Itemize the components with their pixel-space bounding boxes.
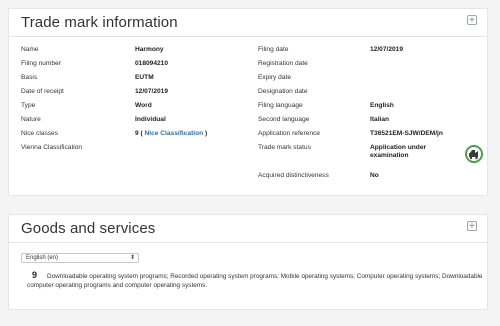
trade-mark-information-panel: Trade mark information + Name Harmony Fi… [8,8,488,196]
filing-language-label: Filing language [258,102,303,109]
title-divider [9,242,487,243]
basis-label: Basis [21,74,38,81]
filing-number-value: 018094210 [135,60,169,67]
type-label: Type [21,102,36,109]
nature-value: Individual [135,116,166,123]
filing-language-value: English [370,102,394,109]
second-language-label: Second language [258,116,310,123]
application-reference-value: T36521EM-SJW/DEM/jn [370,130,443,137]
designation-date-label: Designation date [258,88,308,95]
nice-classification-link[interactable]: Nice Classification [145,130,204,137]
nice-classes-suffix: ) [203,130,208,137]
acquired-distinctiveness-value: No [370,172,379,179]
language-select-value: English (en) [26,255,59,261]
trade-mark-status-label: Trade mark status [258,144,311,151]
class-goods-text: Downloadable operating system programs; … [27,273,483,289]
nice-classes-value: 9 ( Nice Classification ) [135,130,207,138]
name-value: Harmony [135,46,164,53]
acquired-distinctiveness-label: Acquired distinctiveness [258,172,329,179]
nice-classes-prefix: 9 ( [135,130,145,137]
goods-and-services-panel: Goods and services + English (en) ⬍ 9 Do… [8,214,488,310]
name-label: Name [21,46,39,53]
filing-date-value: 12/07/2019 [370,46,404,53]
registration-date-label: Registration date [258,60,308,67]
date-of-receipt-value: 12/07/2019 [135,88,169,95]
select-arrow-icon: ⬍ [129,255,135,261]
second-language-value: Italian [370,116,390,123]
filing-date-label: Filing date [258,46,289,53]
status-progress-icon [465,145,483,163]
expand-goods-services-button[interactable]: + [467,221,477,231]
filing-number-label: Filing number [21,60,61,67]
expiry-date-label: Expiry date [258,74,291,81]
nature-label: Nature [21,116,41,123]
expand-trade-mark-button[interactable]: + [467,15,477,25]
application-reference-label: Application reference [258,130,320,137]
date-of-receipt-label: Date of receipt [21,88,64,95]
type-value: Word [135,102,152,109]
trade-mark-information-title: Trade mark information [21,14,178,31]
basis-value: EUTM [135,74,154,81]
trade-mark-status-value: Application under examination [370,144,427,159]
title-divider [9,36,487,37]
language-select[interactable]: English (en) ⬍ [21,253,139,263]
goods-and-services-title: Goods and services [21,220,156,237]
nice-classes-label: Nice classes [21,130,59,137]
vienna-classification-label: Vienna Classification [21,144,83,151]
